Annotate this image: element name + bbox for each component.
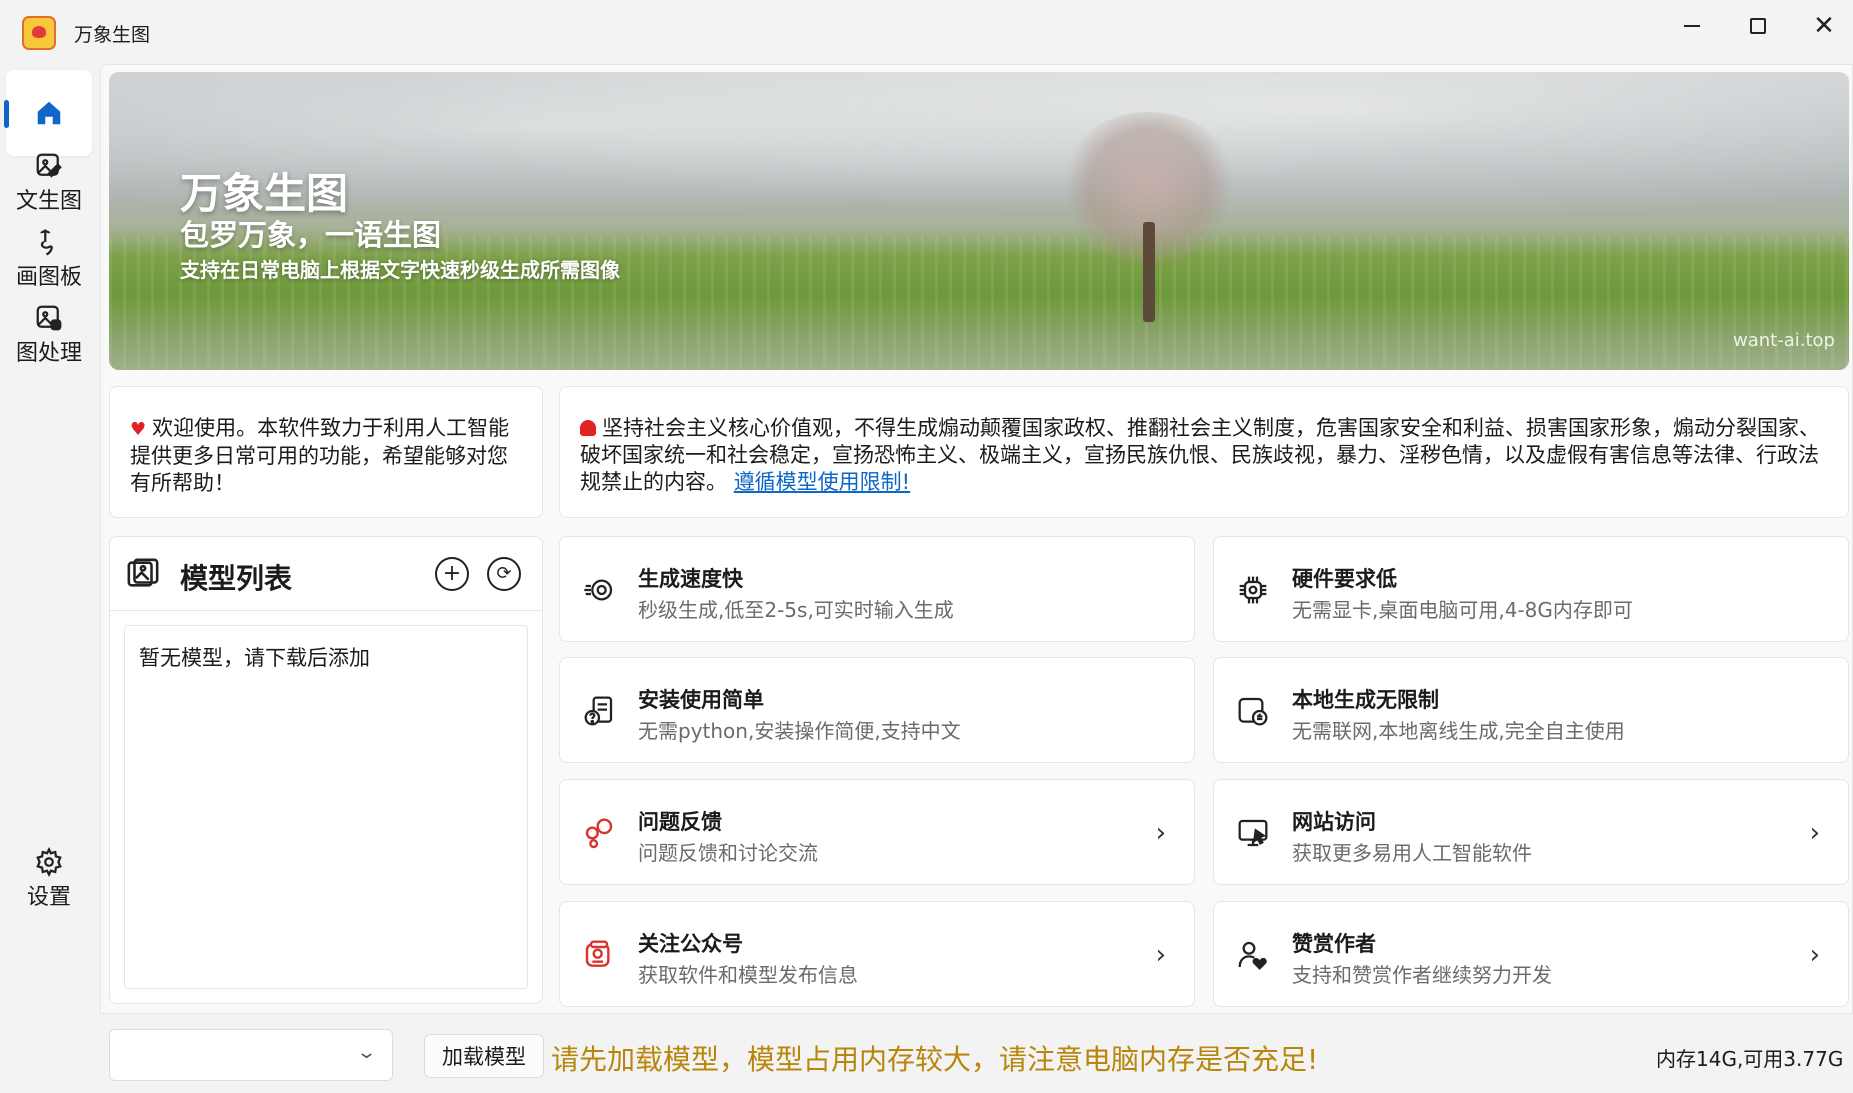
minimize-icon (1684, 25, 1700, 27)
heart-icon: ♥ (130, 419, 147, 440)
banner-subtitle: 包罗万象，一语生图 (180, 218, 442, 252)
speed-icon (580, 571, 618, 609)
chevron-right-icon: › (1155, 818, 1166, 848)
feature-title: 网站访问 (1292, 810, 1376, 834)
feature-card-wechat[interactable]: 关注公众号 获取软件和模型发布信息 › (559, 901, 1195, 1007)
local-device-icon (1234, 692, 1272, 730)
banner-tree-image (1059, 112, 1239, 322)
welcome-text: 欢迎使用。本软件致力于利用人工智能提供更多日常可用的功能，希望能够对您有所帮助！ (130, 416, 510, 495)
feature-desc: 问题反馈和讨论交流 (638, 841, 818, 865)
nav-item-settings[interactable]: 设置 (6, 836, 92, 922)
notice-card: 坚持社会主义核心价值观，不得生成煽动颠覆国家政权、推翻社会主义制度，危害国家安全… (559, 386, 1849, 518)
feature-desc: 获取软件和模型发布信息 (638, 963, 858, 987)
draw-board-icon (34, 227, 64, 257)
feature-title: 关注公众号 (638, 932, 743, 956)
close-button[interactable]: ✕ (1795, 6, 1853, 46)
nav-label-draw-board: 画图板 (15, 265, 82, 290)
chat-icon (580, 814, 618, 852)
feature-desc: 无需python,安装操作简便,支持中文 (638, 719, 961, 743)
model-list-panel: 模型列表 + ⟳ 暂无模型，请下载后添加 (109, 536, 543, 1004)
feature-card-easy-install: 安装使用简单 无需python,安装操作简便,支持中文 (559, 657, 1195, 763)
refresh-models-button[interactable]: ⟳ (487, 557, 521, 591)
feature-card-local: 本地生成无限制 无需联网,本地离线生成,完全自主使用 (1213, 657, 1849, 763)
home-icon (34, 98, 64, 128)
support-author-icon (1234, 936, 1272, 974)
app-title: 万象生图 (74, 24, 151, 46)
chevron-right-icon: › (1809, 818, 1820, 848)
model-list-title: 模型列表 (180, 562, 293, 595)
model-list-header: 模型列表 + ⟳ (110, 537, 542, 611)
feature-card-website[interactable]: 网站访问 获取更多易用人工智能软件 › (1213, 779, 1849, 885)
nav-label-image-process: 图处理 (15, 341, 82, 366)
feature-card-support-author[interactable]: 赞赏作者 支持和赞赏作者继续努力开发 › (1213, 901, 1849, 1007)
feature-desc: 获取更多易用人工智能软件 (1292, 841, 1532, 865)
feature-desc: 秒级生成,低至2-5s,可实时输入生成 (638, 598, 954, 622)
feature-desc: 支持和赞赏作者继续努力开发 (1292, 963, 1552, 987)
app-logo-icon (22, 16, 56, 50)
gear-icon (34, 847, 64, 877)
image-edit-icon (34, 151, 64, 181)
maximize-button[interactable] (1729, 6, 1787, 46)
model-list-empty-text: 暂无模型，请下载后添加 (139, 646, 370, 670)
welcome-card: ♥ 欢迎使用。本软件致力于利用人工智能提供更多日常可用的功能，希望能够对您有所帮助… (109, 386, 543, 518)
feature-title: 硬件要求低 (1292, 567, 1397, 591)
model-list[interactable]: 暂无模型，请下载后添加 (124, 625, 528, 989)
chip-icon (1234, 571, 1272, 609)
monitor-icon (1234, 814, 1272, 852)
model-usage-limit-link[interactable]: 遵循模型使用限制! (734, 470, 910, 494)
memory-status: 内存14G,可用3.77G (1656, 1047, 1844, 1071)
nav-label-settings: 设置 (26, 885, 71, 910)
chevron-right-icon: › (1155, 940, 1166, 970)
wechat-icon (580, 936, 618, 974)
chevron-down-icon: ⌄ (355, 1042, 378, 1063)
banner-description: 支持在日常电脑上根据文字快速秒级生成所需图像 (180, 258, 620, 282)
title-bar: 万象生图 ✕ (0, 0, 1853, 64)
minimize-button[interactable] (1663, 6, 1721, 46)
feature-card-speed: 生成速度快 秒级生成,低至2-5s,可实时输入生成 (559, 536, 1195, 642)
alert-bell-icon (580, 420, 596, 436)
memory-warning-text: 请先加载模型，模型占用内存较大，请注意电脑内存是否充足! (551, 1043, 1319, 1076)
chevron-right-icon: › (1809, 940, 1820, 970)
sidebar-nav: 文生图 画图板 图处理 设置 (0, 64, 100, 1093)
feature-title: 本地生成无限制 (1292, 688, 1439, 712)
banner-watermark: want-ai.top (1733, 330, 1835, 351)
help-document-icon (580, 692, 618, 730)
add-model-button[interactable]: + (435, 557, 469, 591)
nav-item-text-to-image[interactable]: 文生图 (6, 140, 92, 226)
feature-title: 问题反馈 (638, 810, 722, 834)
nav-item-draw-board[interactable]: 画图板 (6, 216, 92, 302)
nav-label-text-to-image: 文生图 (15, 189, 82, 214)
load-model-button[interactable]: 加载模型 (424, 1034, 544, 1078)
maximize-icon (1750, 18, 1766, 34)
feature-desc: 无需显卡,桌面电脑可用,4-8G内存即可 (1292, 598, 1633, 622)
nav-item-image-process[interactable]: 图处理 (6, 292, 92, 378)
feature-title: 生成速度快 (638, 567, 743, 591)
close-icon: ✕ (1813, 11, 1835, 41)
feature-title: 安装使用简单 (638, 688, 764, 712)
feature-card-hardware: 硬件要求低 无需显卡,桌面电脑可用,4-8G内存即可 (1213, 536, 1849, 642)
image-gallery-icon (126, 557, 160, 595)
feature-title: 赞赏作者 (1292, 932, 1376, 956)
feature-card-feedback[interactable]: 问题反馈 问题反馈和讨论交流 › (559, 779, 1195, 885)
model-select[interactable]: ⌄ (109, 1029, 393, 1081)
image-process-icon (34, 303, 64, 333)
feature-desc: 无需联网,本地离线生成,完全自主使用 (1292, 719, 1625, 743)
